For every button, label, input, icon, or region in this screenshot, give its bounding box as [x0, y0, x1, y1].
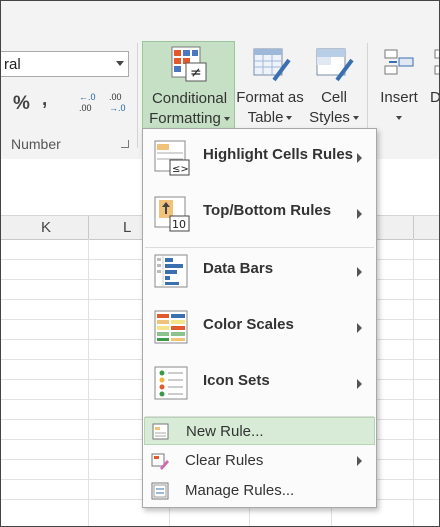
format-as-table-button[interactable]: Format as Table: [235, 41, 305, 131]
menu-item-label: Manage Rules...: [185, 482, 295, 499]
submenu-arrow-icon: [357, 267, 362, 277]
column-header-l[interactable]: L: [123, 219, 131, 236]
group-separator: [137, 43, 138, 148]
icon-sets-icon: [154, 366, 188, 400]
cell-styles-icon: [316, 48, 354, 82]
caret-down-icon: [286, 116, 293, 121]
submenu-arrow-icon: [357, 379, 362, 389]
decrease-decimal-button[interactable]: .00 →.0: [104, 91, 132, 117]
conditional-formatting-label-2: Formatting: [149, 110, 221, 127]
conditional-formatting-label-1: Conditional: [151, 90, 228, 107]
top-bottom-icon-text: 10: [172, 218, 186, 231]
format-as-table-label-1: Format as: [236, 89, 304, 106]
menu-item-label: Top/Bottom Rules: [203, 202, 332, 219]
caret-down-icon: [352, 116, 359, 121]
number-format-value: ral: [4, 56, 21, 73]
grid-line: [88, 239, 89, 526]
format-as-table-icon: [253, 48, 291, 82]
increase-decimal-icon-bottom: .00: [79, 103, 92, 113]
clear-rules-icon: [151, 453, 169, 470]
format-as-table-label-2: Table: [247, 109, 284, 126]
dialog-launcher-icon[interactable]: [121, 140, 129, 148]
delete-button[interactable]: D: [427, 41, 439, 131]
cell-styles-label-1: Cell: [321, 89, 347, 106]
comma-style-button[interactable]: ,: [42, 89, 47, 111]
submenu-arrow-icon: [357, 209, 362, 219]
menu-item-new-rule[interactable]: New Rule...: [144, 417, 375, 445]
menu-item-data-bars[interactable]: Data Bars: [143, 246, 376, 302]
delete-cells-icon: [434, 49, 439, 75]
delete-label: D: [430, 88, 439, 108]
svg-text:≠: ≠: [190, 65, 202, 81]
menu-item-manage-rules[interactable]: Manage Rules...: [144, 477, 375, 505]
menu-item-clear-rules[interactable]: Clear Rules: [144, 447, 375, 475]
submenu-arrow-icon: [357, 456, 362, 466]
column-divider: [413, 216, 414, 239]
submenu-arrow-icon: [357, 323, 362, 333]
menu-item-color-scales[interactable]: Color Scales: [143, 302, 376, 358]
cell-styles-button[interactable]: Cell Styles: [305, 41, 363, 131]
menu-item-label: Highlight Cells Rules: [203, 146, 354, 163]
menu-item-label: Color Scales: [203, 316, 294, 333]
decrease-decimal-icon-top: .00: [109, 92, 122, 102]
menu-item-top-bottom-rules[interactable]: 10 Top/Bottom Rules: [143, 188, 376, 244]
menu-item-label: New Rule...: [186, 423, 264, 440]
chevron-down-icon: [116, 61, 124, 66]
increase-decimal-icon-top: ←.0: [79, 92, 96, 102]
increase-decimal-button[interactable]: ←.0 .00: [74, 91, 102, 117]
highlight-cells-rules-icon: ≤>: [154, 140, 190, 176]
insert-button[interactable]: Insert: [373, 41, 425, 131]
number-format-dropdown[interactable]: ral: [1, 51, 129, 77]
menu-item-highlight-cells-rules[interactable]: ≤> Highlight Cells Rules: [143, 132, 376, 188]
color-scales-icon: [154, 310, 188, 344]
decrease-decimal-icon-bottom: →.0: [109, 103, 126, 113]
top-bottom-rules-icon: 10: [154, 196, 190, 232]
caret-down-icon: [396, 116, 402, 121]
column-header-k[interactable]: K: [41, 219, 51, 236]
column-divider: [88, 216, 89, 239]
menu-item-label: Data Bars: [203, 260, 274, 277]
cell-styles-label-2: Styles: [309, 109, 350, 126]
menu-item-label: Clear Rules: [185, 452, 264, 469]
insert-cells-icon: [384, 49, 414, 75]
menu-item-label: Icon Sets: [203, 372, 270, 389]
conditional-formatting-menu: ≤> Highlight Cells Rules 10 Top/Bottom R…: [142, 128, 377, 508]
insert-label: Insert: [380, 89, 418, 106]
window-frame: ral % , ←.0 .00 .00 →.0 Number ≠ Conditi…: [0, 0, 440, 527]
caret-down-icon: [223, 117, 230, 122]
number-group-label: Number: [11, 136, 61, 152]
grid-line: [413, 239, 414, 526]
conditional-formatting-button[interactable]: ≠ Conditional Formatting: [142, 41, 235, 131]
data-bars-icon: [154, 254, 188, 288]
submenu-arrow-icon: [357, 153, 362, 163]
highlight-icon-text: ≤>: [172, 164, 189, 175]
menu-item-icon-sets[interactable]: Icon Sets: [143, 358, 376, 414]
conditional-formatting-icon: ≠: [171, 46, 207, 82]
new-rule-icon: [152, 423, 169, 440]
manage-rules-icon: [151, 482, 169, 500]
percent-style-button[interactable]: %: [13, 93, 30, 115]
